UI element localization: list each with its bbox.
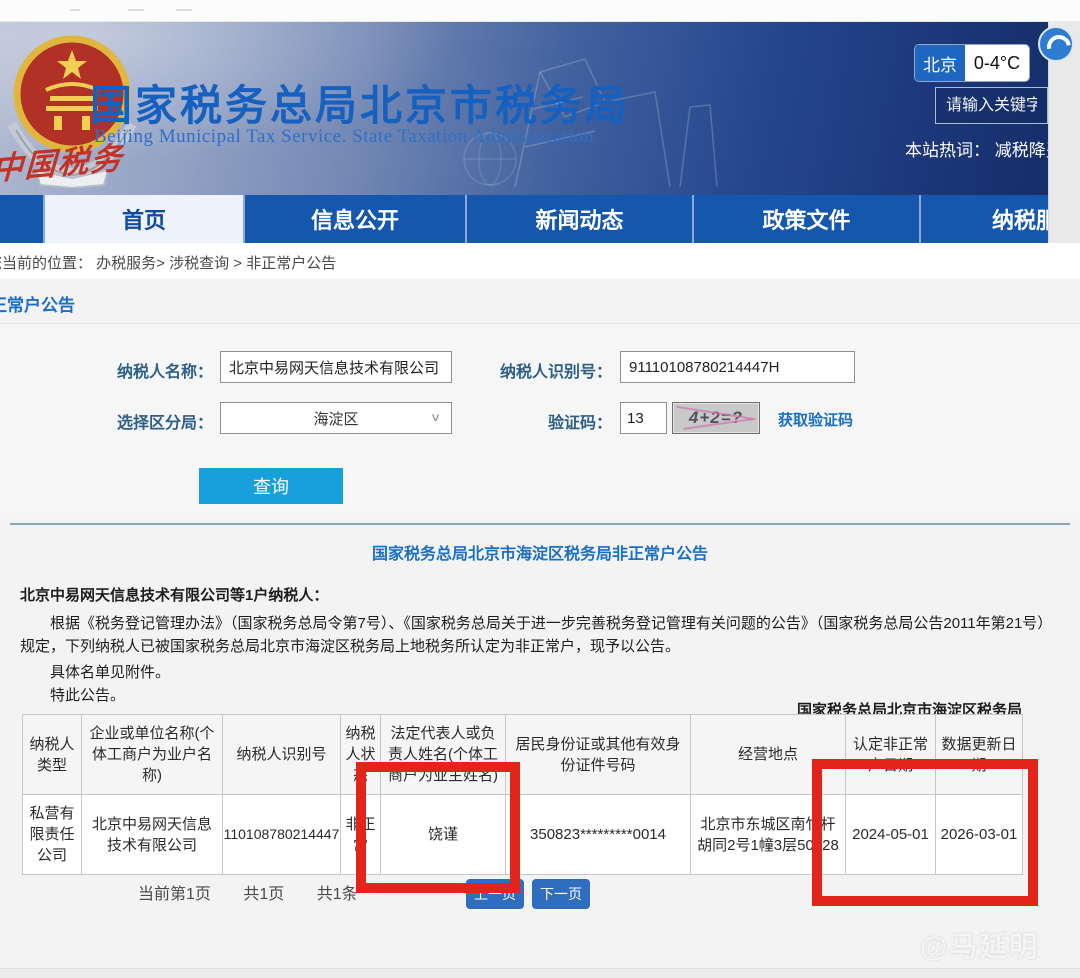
announcement-title: 国家税务总局北京市海淀区税务局非正常户公告 — [0, 540, 1080, 564]
share-icon[interactable] — [1038, 26, 1074, 62]
site-banner: 中国税务 国家税务总局北京市税务局 Beijing Municipal Tax … — [0, 22, 1080, 195]
nav-divider — [692, 195, 694, 243]
table-cell: 350823*********0014 — [506, 795, 691, 875]
pagination-info: 当前第1页 共1页 共1条 — [138, 880, 386, 904]
header-cell: 企业或单位名称(个体工商户为业户名称) — [82, 715, 223, 795]
next-page-button[interactable]: 下一页 — [532, 879, 590, 909]
page-bottom-strip — [0, 968, 1080, 978]
site-subtitle: Beijing Municipal Tax Service. State Tax… — [94, 126, 594, 148]
taxpayer-id-label: 纳税人识别号： — [472, 358, 612, 382]
query-button[interactable]: 查询 — [199, 468, 343, 504]
watermark-text: @马延明 — [920, 925, 1039, 965]
weibo-icon — [862, 923, 914, 967]
nav-divider — [43, 195, 45, 243]
site-title: 国家税务总局北京市税务局 — [90, 72, 630, 133]
district-select[interactable]: 海淀区 ∨ — [220, 402, 452, 434]
strip-mark — [176, 9, 192, 11]
breadcrumb-bar: 您当前的位置： 办税服务> 涉税查询 > 非正常户公告 — [0, 243, 1080, 279]
breadcrumb: 您当前的位置： 办税服务> 涉税查询 > 非正常户公告 — [0, 252, 336, 273]
pagination-current: 当前第1页 — [138, 886, 211, 903]
header-cell: 居民身份证或其他有效身份证件号码 — [506, 715, 691, 795]
strip-mark — [128, 9, 144, 11]
announcement-attachment-note: 具体名单见附件。 — [20, 661, 420, 682]
table-cell: 私营有限责任公司 — [23, 795, 82, 875]
district-label: 选择区分局： — [95, 409, 213, 433]
section-divider — [10, 523, 1070, 525]
get-captcha-link[interactable]: 获取验证码 — [778, 409, 853, 430]
hot-words: 本站热词： 减税降费 — [905, 136, 1048, 161]
browser-top-strip — [0, 0, 1080, 22]
weather-temperature: 0-4°C — [965, 45, 1029, 81]
tab-home[interactable]: 首页 — [45, 195, 243, 243]
captcha-label: 验证码： — [495, 409, 612, 433]
announcement-body: 根据《税务登记管理办法》（国家税务总局令第7号）、《国家税务总局关于进一步完善税… — [20, 612, 1062, 658]
header-cell: 纳税人类型 — [23, 715, 82, 795]
tab-info-disclosure[interactable]: 信息公开 — [245, 195, 465, 243]
captcha-input[interactable] — [620, 402, 667, 434]
page-title: 非正常户公告 — [0, 291, 75, 316]
announcement-intro: 北京中易网天信息技术有限公司等1户纳税人： — [20, 584, 328, 605]
nav-divider — [919, 195, 921, 243]
pagination-total-pages: 共1页 — [243, 886, 284, 903]
table-cell: 110108780214447 — [223, 795, 341, 875]
taxpayer-id-input[interactable] — [620, 351, 855, 383]
announcement-closing: 特此公告。 — [20, 684, 420, 705]
annotation-box-legal-rep — [356, 762, 520, 893]
weather-city: 北京 — [915, 45, 965, 81]
nav-divider — [243, 195, 245, 243]
tab-news[interactable]: 新闻动态 — [467, 195, 692, 243]
captcha-image[interactable]: 4+2=? — [672, 402, 760, 434]
search-input[interactable] — [935, 87, 1048, 124]
weather-widget: 北京 0-4°C — [915, 45, 1029, 81]
chevron-down-icon: ∨ — [430, 410, 441, 424]
district-selected-value: 海淀区 — [313, 408, 358, 429]
tab-policy[interactable]: 政策文件 — [694, 195, 919, 243]
nav-divider — [465, 195, 467, 243]
strip-mark — [70, 9, 80, 11]
table-cell: 北京中易网天信息技术有限公司 — [82, 795, 223, 875]
pagination-total-records: 共1条 — [317, 886, 358, 903]
watermark: @马延明 — [862, 923, 1039, 967]
page: 中国税务 国家税务总局北京市税务局 Beijing Municipal Tax … — [0, 0, 1080, 978]
annotation-box-dates — [812, 759, 1038, 906]
taxpayer-name-input[interactable] — [220, 351, 452, 383]
header-cell: 纳税人识别号 — [223, 715, 341, 795]
taxpayer-name-label: 纳税人名称： — [95, 358, 213, 382]
main-nav: 首页 信息公开 新闻动态 政策文件 纳税服务 — [0, 195, 1080, 243]
